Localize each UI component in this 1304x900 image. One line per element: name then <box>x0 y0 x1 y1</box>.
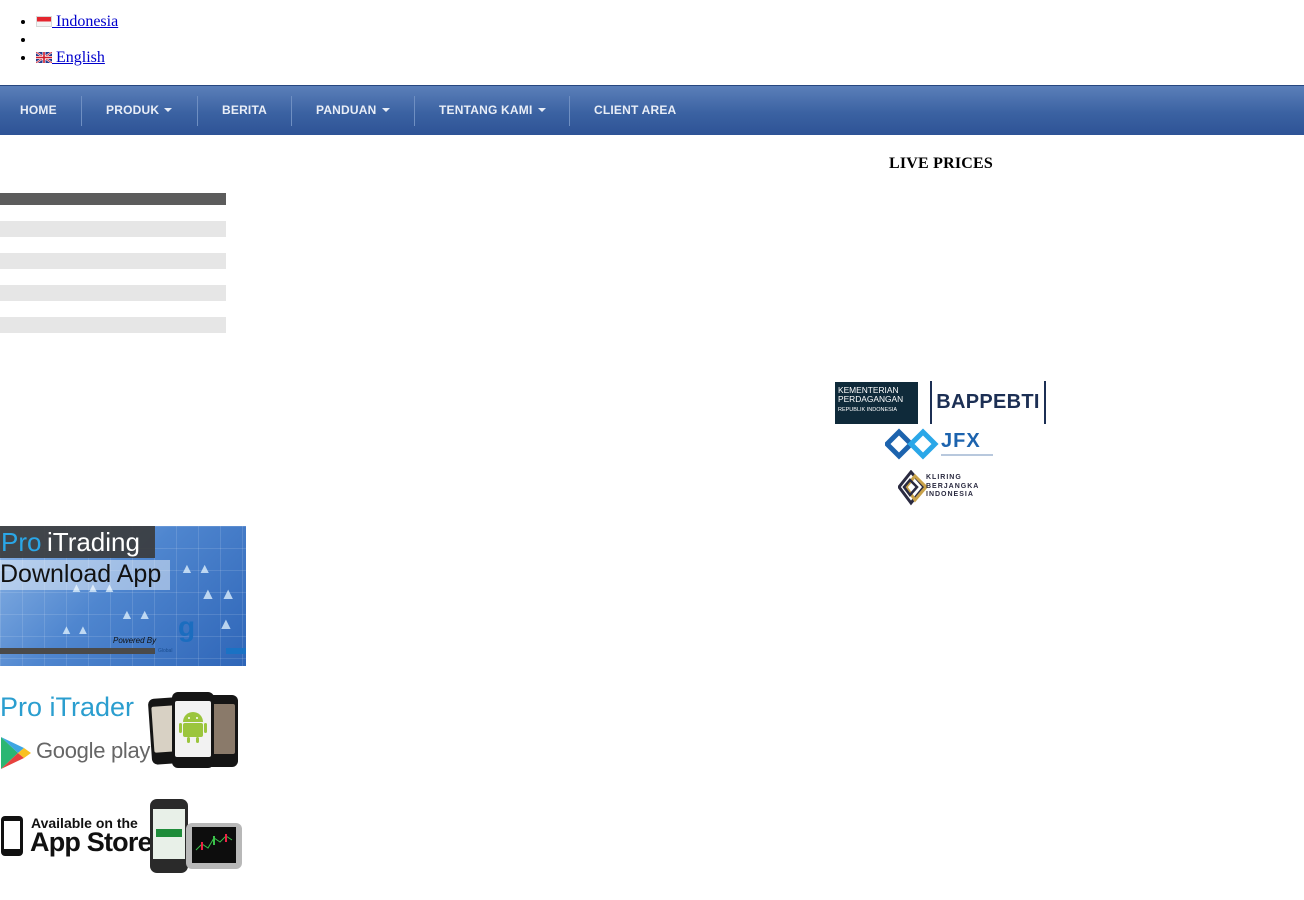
kbi-emblem-icon <box>898 470 928 506</box>
pro-itrader-google-play-banner[interactable]: Pro iTrader Google play <box>0 690 246 772</box>
kemendag-line2: PERDAGANGAN <box>838 393 904 404</box>
placeholder-bar-header <box>0 193 226 205</box>
android-icon <box>179 712 207 743</box>
jfx-logo[interactable]: JFX <box>885 428 995 464</box>
placeholder-bar <box>0 285 226 301</box>
ticker-decoration: ▲ ▲ <box>200 586 237 603</box>
nav-divider <box>414 96 415 126</box>
caret-down-icon <box>164 108 173 112</box>
kbi-logo[interactable]: KLIRING BERJANGKA INDONESIA <box>898 470 988 506</box>
nav-label-berita: BERITA <box>222 103 267 117</box>
placeholder-bar <box>0 253 226 269</box>
ticker-decoration: ▲ <box>218 616 234 633</box>
kbi-line3: INDONESIA <box>926 491 974 498</box>
language-link-empty[interactable] <box>36 31 68 48</box>
nav-item-client-area[interactable]: CLIENT AREA <box>594 86 676 135</box>
jfx-emblem-icon <box>885 428 939 460</box>
language-item-english: English <box>36 49 118 67</box>
language-list: Indonesia English <box>0 13 118 67</box>
ticker-decoration: ▲ ▲ <box>120 606 152 622</box>
bappebti-logo[interactable]: BAPPEBTI <box>930 381 1046 424</box>
ticker-decoration: ▲ ▲ <box>60 622 90 637</box>
language-label-english: English <box>52 49 105 66</box>
banner-bottom-strip <box>0 648 155 654</box>
kbi-text: KLIRING BERJANGKA INDONESIA <box>926 474 979 500</box>
caret-down-icon <box>537 108 546 112</box>
nav-divider <box>291 96 292 126</box>
nav-item-panduan[interactable]: PANDUAN <box>316 86 390 135</box>
candlestick-chart-icon <box>195 834 233 851</box>
language-label-indonesia: Indonesia <box>52 13 119 30</box>
caret-down-icon <box>381 108 390 112</box>
language-link-english[interactable]: English <box>36 49 105 66</box>
nav-item-tentang-kami[interactable]: TENTANG KAMI <box>439 86 546 135</box>
language-item-indonesia: Indonesia <box>36 13 118 31</box>
app-store-banner[interactable]: Available on the App Store <box>0 797 246 885</box>
banner-pro-text: Pro <box>1 527 42 557</box>
banner-bottom-strip-blue <box>226 648 246 654</box>
pro-itrader-title: Pro iTrader <box>0 692 135 722</box>
flag-indonesia-icon <box>36 16 52 27</box>
phone-image <box>172 692 214 768</box>
placeholder-bar <box>0 317 226 333</box>
nav-label-produk: PRODUK <box>106 103 160 117</box>
nav-item-berita[interactable]: BERITA <box>222 86 267 135</box>
jfx-tagline-line <box>941 454 993 456</box>
flag-uk-icon <box>36 52 52 63</box>
language-item-empty <box>36 31 118 49</box>
iphone-landscape-image <box>186 823 242 869</box>
pro-itrading-download-banner[interactable]: ▲ ▲ ▲ ▲ ▲ ▲ ▲ ▲ ▲ ▲ ▲ ▲ Pro iTrading Dow… <box>0 526 246 666</box>
language-link-indonesia[interactable]: Indonesia <box>36 13 118 30</box>
nav-divider <box>197 96 198 126</box>
google-play-text: Google play <box>36 738 151 763</box>
kemendag-logo[interactable]: KEMENTERIAN PERDAGANGAN REPUBLIK INDONES… <box>835 382 918 424</box>
download-app-text: Download App <box>0 560 162 588</box>
mobile-phone-icon <box>1 816 23 856</box>
nav-label-panduan: PANDUAN <box>316 103 377 117</box>
nav-divider <box>569 96 570 126</box>
google-play-icon <box>1 737 31 769</box>
global-g-logo-icon: g <box>178 611 196 642</box>
nav-item-produk[interactable]: PRODUK <box>106 86 173 135</box>
placeholder-bar <box>0 221 226 237</box>
live-prices-title: LIVE PRICES <box>889 155 994 172</box>
nav-label-tentang-kami: TENTANG KAMI <box>439 103 533 117</box>
app-store-text: App Store <box>30 827 153 857</box>
main-navbar: HOME PRODUK BERITA PANDUAN TENTANG KAMI … <box>0 85 1304 135</box>
nav-label-client-area: CLIENT AREA <box>594 103 677 117</box>
kemendag-line3: REPUBLIK INDONESIA <box>838 407 897 413</box>
kbi-line1: KLIRING <box>926 474 962 481</box>
nav-divider <box>81 96 82 126</box>
ticker-decoration: ▲ ▲ <box>180 560 212 576</box>
nav-item-home[interactable]: HOME <box>20 86 57 135</box>
nav-label-home: HOME <box>20 103 57 117</box>
iphone-image <box>150 799 188 873</box>
powered-by-text: Powered By <box>113 636 157 645</box>
jfx-text: JFX <box>941 430 981 452</box>
kbi-line2: BERJANGKA <box>926 482 980 490</box>
banner-itrading-text: iTrading <box>47 527 140 557</box>
provider-text: Global <box>158 648 173 654</box>
